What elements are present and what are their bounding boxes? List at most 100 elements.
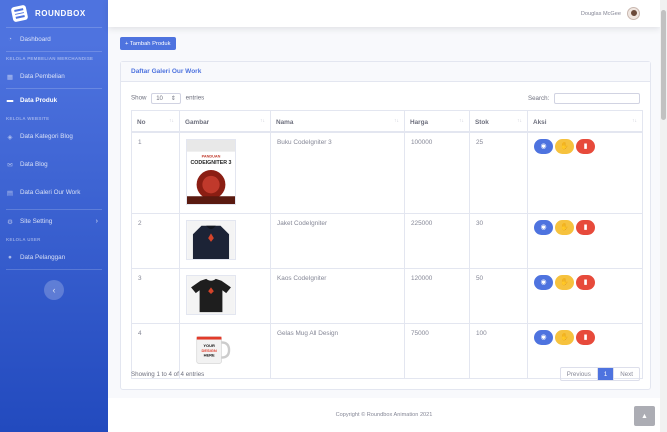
cell-harga: 225000 bbox=[404, 212, 470, 269]
sidebar-divider bbox=[6, 269, 102, 270]
cell-stok: 30 bbox=[469, 212, 528, 269]
length-control: Show 10 ⇕ entries bbox=[131, 93, 204, 104]
cell-aksi: ◉ ✋ ▮ bbox=[527, 131, 643, 214]
user-name[interactable]: Douglas McGee bbox=[581, 11, 621, 17]
sort-icon: ↑↓ bbox=[517, 118, 522, 124]
cell-aksi: ◉ ✋ ▮ bbox=[527, 212, 643, 269]
table-info: Showing 1 to 4 of 4 entries bbox=[131, 370, 205, 378]
table-icon: ▦ bbox=[6, 73, 14, 81]
sidebar-item-label: Data Pembelian bbox=[20, 73, 65, 80]
pagination-next[interactable]: Next bbox=[613, 368, 639, 380]
cell-no: 3 bbox=[131, 267, 180, 324]
cell-gambar: PANDUAN CODEIGNITER 3 bbox=[179, 131, 271, 214]
mug-image: YOUR DESIGN HERE bbox=[187, 330, 235, 369]
sidebar-item-dashboard[interactable]: ◔ Dashboard bbox=[0, 28, 108, 51]
column-header-harga[interactable]: Harga ↑↓ bbox=[404, 110, 470, 133]
hand-icon: ✋ bbox=[560, 224, 569, 231]
add-product-button[interactable]: + Tambah Produk bbox=[120, 37, 176, 50]
scroll-to-top-button[interactable]: ▲ bbox=[634, 406, 655, 426]
edit-button[interactable]: ✋ bbox=[555, 329, 574, 345]
sidebar-item-produk[interactable]: ▬ Data Produk bbox=[0, 89, 108, 112]
file-icon: ▤ bbox=[6, 189, 14, 197]
scrollbar-thumb[interactable] bbox=[661, 10, 666, 120]
trash-icon: ▮ bbox=[583, 143, 588, 150]
brand-logo-icon bbox=[10, 4, 29, 23]
cell-aksi: ◉ ✋ ▮ bbox=[527, 267, 643, 324]
product-table-card: Daftar Galeri Our Work Show 10 ⇕ entries… bbox=[120, 61, 651, 390]
edit-button[interactable]: ✋ bbox=[555, 219, 574, 235]
sidebar-item-galeri[interactable]: ▤ Data Galeri Our Work bbox=[0, 181, 108, 204]
delete-button[interactable]: ▮ bbox=[576, 219, 595, 235]
delete-button[interactable]: ▮ bbox=[576, 329, 595, 345]
envelope-icon: ✉ bbox=[7, 161, 13, 169]
page-footer: Copyright © Roundbox Animation 2021 bbox=[108, 398, 660, 432]
eye-icon: ◉ bbox=[540, 279, 547, 286]
eye-icon: ◉ bbox=[540, 224, 547, 231]
edit-button[interactable]: ✋ bbox=[555, 138, 574, 154]
pagination: Previous 1 Next bbox=[559, 367, 640, 381]
cell-stok: 50 bbox=[469, 267, 528, 324]
pagination-page-1[interactable]: 1 bbox=[596, 368, 614, 380]
length-value: 10 bbox=[156, 95, 163, 102]
user-icon: ● bbox=[8, 254, 12, 261]
show-label: Show bbox=[131, 94, 147, 102]
sidebar-item-pelanggan[interactable]: ● Data Pelanggan bbox=[0, 246, 108, 269]
view-button[interactable]: ◉ bbox=[534, 138, 553, 154]
sidebar-item-blog[interactable]: ✉ Data Blog bbox=[0, 153, 108, 176]
tshirt-image bbox=[186, 274, 236, 315]
sidebar-item-label: Data Galeri Our Work bbox=[20, 189, 81, 196]
eye-icon: ◉ bbox=[540, 334, 547, 341]
book-title-text: CODEIGNITER 3 bbox=[190, 160, 231, 166]
trash-icon: ▮ bbox=[583, 279, 588, 286]
table-row: 2 Jaket CodeIgniter 225000 30 ◉ ✋ ▮ bbox=[131, 212, 643, 269]
brand-name: ROUNDBOX bbox=[35, 9, 86, 18]
chevron-right-icon: › bbox=[95, 218, 98, 225]
column-header-nama[interactable]: Nama ↑↓ bbox=[270, 110, 405, 133]
pagination-previous[interactable]: Previous bbox=[561, 368, 597, 380]
delete-button[interactable]: ▮ bbox=[576, 274, 595, 290]
cell-harga: 100000 bbox=[404, 131, 470, 214]
sidebar-toggle-button[interactable]: ‹ bbox=[44, 280, 64, 300]
cell-nama: Kaos CodeIgniter bbox=[270, 267, 405, 324]
product-table: No ↑↓ Gambar ↑↓ Nama ↑↓ Harga ↑↓ Stok ↑↓ Aksi… bbox=[131, 110, 643, 379]
view-button[interactable]: ◉ bbox=[534, 329, 553, 345]
sidebar-item-label: Data Pelanggan bbox=[20, 254, 66, 261]
trash-icon: ▮ bbox=[583, 224, 588, 231]
cell-nama: Buku CodeIgniter 3 bbox=[270, 131, 405, 214]
table-row: 1 PANDUAN CODEIGNITER 3 Buku CodeIgniter… bbox=[131, 131, 643, 214]
sort-updown-icon: ⇕ bbox=[170, 96, 176, 102]
table-row: 3 Kaos CodeIgniter 120000 50 ◉ ✋ ▮ bbox=[131, 267, 643, 324]
view-button[interactable]: ◉ bbox=[534, 274, 553, 290]
view-button[interactable]: ◉ bbox=[534, 219, 553, 235]
sidebar-item-site-setting[interactable]: ⚙ Site Setting › bbox=[0, 210, 108, 233]
edit-button[interactable]: ✋ bbox=[555, 274, 574, 290]
sidebar-heading: KELOLA PEMBELIAN MERCHANDISE bbox=[6, 56, 94, 61]
sidebar-item-label: Data Kategori Blog bbox=[20, 133, 73, 140]
avatar[interactable] bbox=[627, 7, 640, 20]
book-cover-image: PANDUAN CODEIGNITER 3 bbox=[186, 138, 236, 205]
chevron-up-icon: ▲ bbox=[641, 412, 648, 420]
page-scrollbar[interactable] bbox=[660, 0, 667, 432]
column-header-stok[interactable]: Stok ↑↓ bbox=[469, 110, 528, 133]
car-icon: ▬ bbox=[6, 97, 14, 104]
table-footer: Showing 1 to 4 of 4 entries Previous 1 N… bbox=[131, 367, 640, 381]
sidebar-heading: KELOLA WEBSITE bbox=[6, 116, 50, 121]
brand[interactable]: ROUNDBOX bbox=[0, 0, 108, 27]
cell-no: 2 bbox=[131, 212, 180, 269]
entries-length-select[interactable]: 10 ⇕ bbox=[151, 93, 181, 104]
hand-icon: ✋ bbox=[560, 143, 569, 150]
hand-icon: ✋ bbox=[560, 334, 569, 341]
column-header-aksi[interactable]: Aksi ↑↓ bbox=[527, 110, 643, 133]
delete-button[interactable]: ▮ bbox=[576, 138, 595, 154]
sidebar-item-pembelian[interactable]: ▦ Data Pembelian bbox=[0, 65, 108, 88]
column-header-gambar[interactable]: Gambar ↑↓ bbox=[179, 110, 271, 133]
cog-icon: ⚙ bbox=[7, 218, 13, 226]
sidebar-item-kategori-blog[interactable]: ◈ Data Kategori Blog bbox=[0, 125, 108, 148]
sort-icon: ↑↓ bbox=[169, 118, 174, 124]
copyright-text: Copyright © Roundbox Animation 2021 bbox=[335, 412, 433, 418]
search-input[interactable] bbox=[554, 93, 640, 104]
cell-gambar bbox=[179, 212, 271, 269]
column-header-no[interactable]: No ↑↓ bbox=[131, 110, 180, 133]
sidebar-item-label: Dashboard bbox=[20, 36, 51, 43]
tachometer-icon: ◔ bbox=[8, 36, 12, 43]
